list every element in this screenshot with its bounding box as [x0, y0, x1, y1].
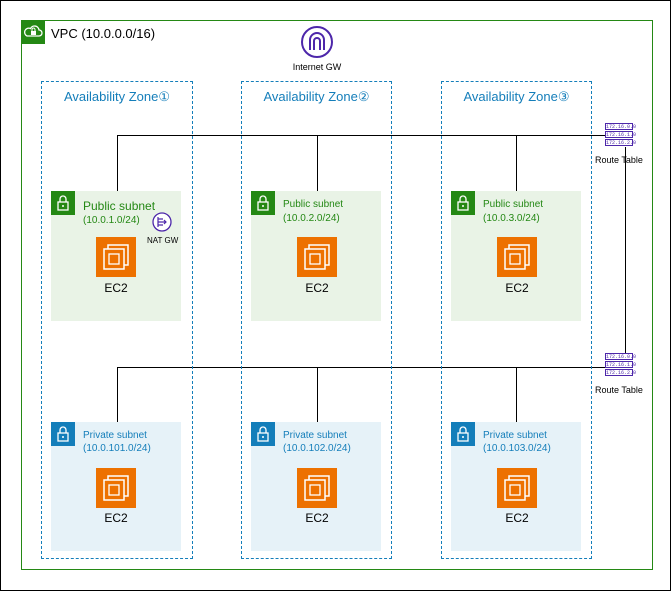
diagram-canvas: VPC (10.0.0.0/16) Internet GW Availabili… [0, 0, 671, 591]
lock-icon [251, 422, 275, 446]
nat-gateway-icon [152, 212, 172, 232]
route-table-row: 172.16.2.0 [605, 139, 637, 146]
private-subnet-2-cidr: (10.0.102.0/24) [283, 443, 351, 454]
ec2-label: EC2 [305, 281, 329, 295]
lock-icon [451, 422, 475, 446]
ec2-instance-icon [96, 468, 136, 508]
vpc-label: VPC (10.0.0.0/16) [51, 26, 156, 41]
lock-icon [251, 191, 275, 215]
cloud-lock-icon [21, 20, 45, 44]
route-table-icon: 172.16.0.0 172.16.1.0 172.16.2.0 [605, 353, 637, 376]
private-subnet-1-cidr: (10.0.101.0/24) [83, 443, 151, 454]
route-table-row: 172.16.1.0 [605, 361, 637, 368]
route-table-row: 172.16.1.0 [605, 131, 637, 138]
ec2-label: EC2 [305, 511, 329, 525]
route-table-row: 172.16.2.0 [605, 369, 637, 376]
ec2-instance-icon [497, 468, 537, 508]
route-table-row: 172.16.0.0 [605, 353, 637, 360]
private-subnet-3-name: Private subnet [483, 430, 547, 441]
ec2-label: EC2 [505, 511, 529, 525]
public-subnet-1-name: Public subnet [83, 199, 156, 213]
internet-gateway-icon [301, 26, 333, 58]
ec2-label: EC2 [104, 281, 128, 295]
public-subnet-3-name: Public subnet [483, 199, 544, 210]
private-subnet-3-cidr: (10.0.103.0/24) [483, 443, 551, 454]
internet-gateway-label: Internet GW [292, 62, 342, 72]
ec2-instance-icon [497, 237, 537, 277]
ec2-instance-icon [96, 237, 136, 277]
ec2-instance-icon [297, 468, 337, 508]
availability-zone-3-label: Availability Zone③ [463, 89, 570, 104]
public-subnet-3-cidr: (10.0.3.0/24) [483, 213, 540, 224]
route-table-label: Route Table [595, 155, 643, 165]
public-subnet-2-cidr: (10.0.2.0/24) [283, 213, 340, 224]
public-subnet-1-cidr: (10.0.1.0/24) [83, 215, 140, 226]
lock-icon [451, 191, 475, 215]
lock-icon [51, 191, 75, 215]
public-subnet-2-name: Public subnet [283, 199, 344, 210]
private-subnet-1-name: Private subnet [83, 430, 147, 441]
ec2-label: EC2 [104, 511, 128, 525]
route-table-icon: 172.16.0.0 172.16.1.0 172.16.2.0 [605, 123, 637, 146]
availability-zone-1-label: Availability Zone① [63, 89, 171, 104]
private-subnet-2-name: Private subnet [283, 430, 347, 441]
availability-zone-2-label: Availability Zone② [263, 89, 370, 104]
lock-icon [51, 422, 75, 446]
nat-gateway-label: NAT GW [147, 236, 179, 245]
ec2-label: EC2 [505, 281, 529, 295]
ec2-instance-icon [297, 237, 337, 277]
route-table-row: 172.16.0.0 [605, 123, 637, 130]
route-table-label: Route Table [595, 385, 643, 395]
